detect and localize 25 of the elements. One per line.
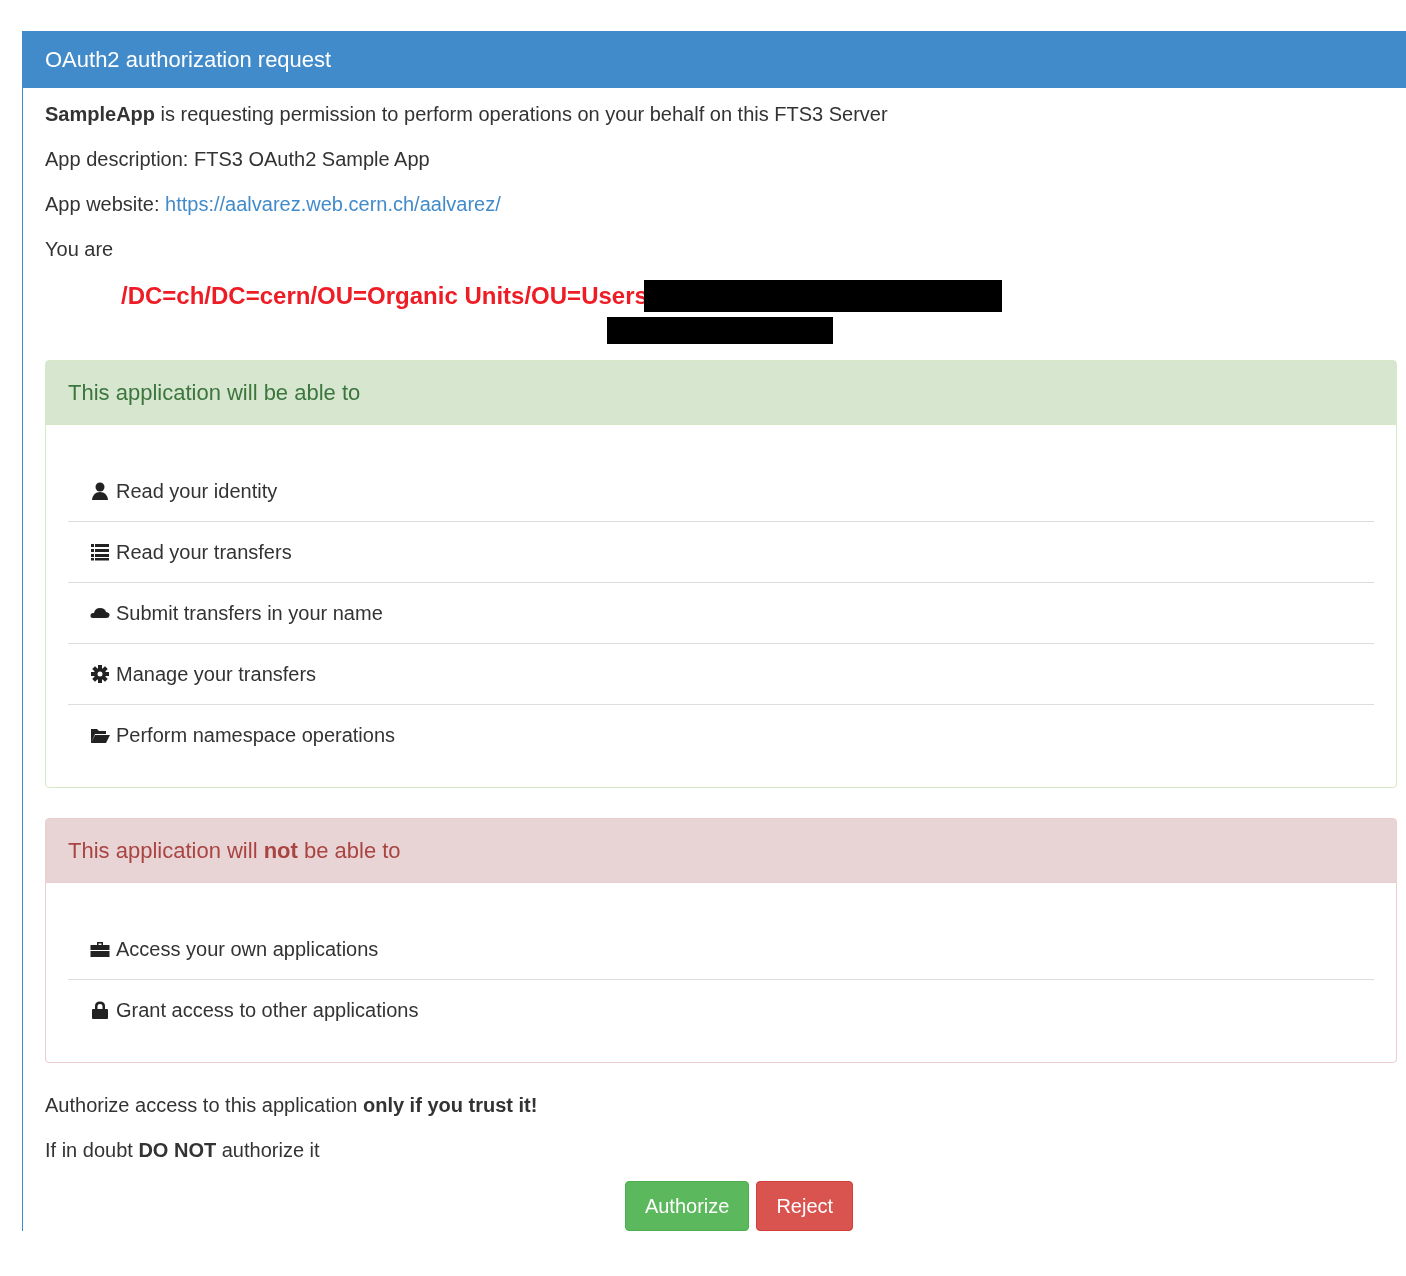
reject-button[interactable]: Reject xyxy=(756,1181,854,1231)
description-text: App description: FTS3 OAuth2 Sample App xyxy=(45,147,431,172)
website-link[interactable]: https://aalvarez.web.cern.ch/aalvarez/ xyxy=(165,193,501,215)
you-are-text: You are xyxy=(45,237,115,262)
lock-icon xyxy=(90,1000,110,1020)
website-label: App website: xyxy=(45,193,160,215)
person-icon xyxy=(90,481,110,501)
list-icon xyxy=(90,542,110,562)
gear-icon xyxy=(90,664,110,684)
permissions-title: This application will be able to xyxy=(68,379,361,406)
briefcase-icon xyxy=(90,939,110,959)
warning-text: If in doubt DO NOT authorize it xyxy=(45,1138,321,1163)
warning-text: Authorize access to this application only if you trust it! xyxy=(45,1093,539,1118)
permission-text: Access your own applications xyxy=(116,937,379,961)
authorize-button[interactable]: Authorize xyxy=(624,1181,750,1231)
permission-text: Read your identity xyxy=(116,479,278,503)
permission-text: Read your transfers xyxy=(116,540,292,564)
panel-title: OAuth2 authorization request xyxy=(45,46,332,73)
identity-text: /DC=ch/DC=cern/OU=Organic Units/OU=Users xyxy=(121,282,648,310)
intro-text: SampleApp is requesting permission to perform operations on your behalf on this FTS3 Server xyxy=(45,102,889,127)
permission-text: Grant access to other applications xyxy=(116,998,419,1022)
permission-text: Submit transfers in your name xyxy=(116,601,383,625)
permission-text: Perform namespace operations xyxy=(116,723,396,747)
permissions-title: This application will not be able to xyxy=(68,837,401,864)
permission-text: Manage your transfers xyxy=(116,662,317,686)
